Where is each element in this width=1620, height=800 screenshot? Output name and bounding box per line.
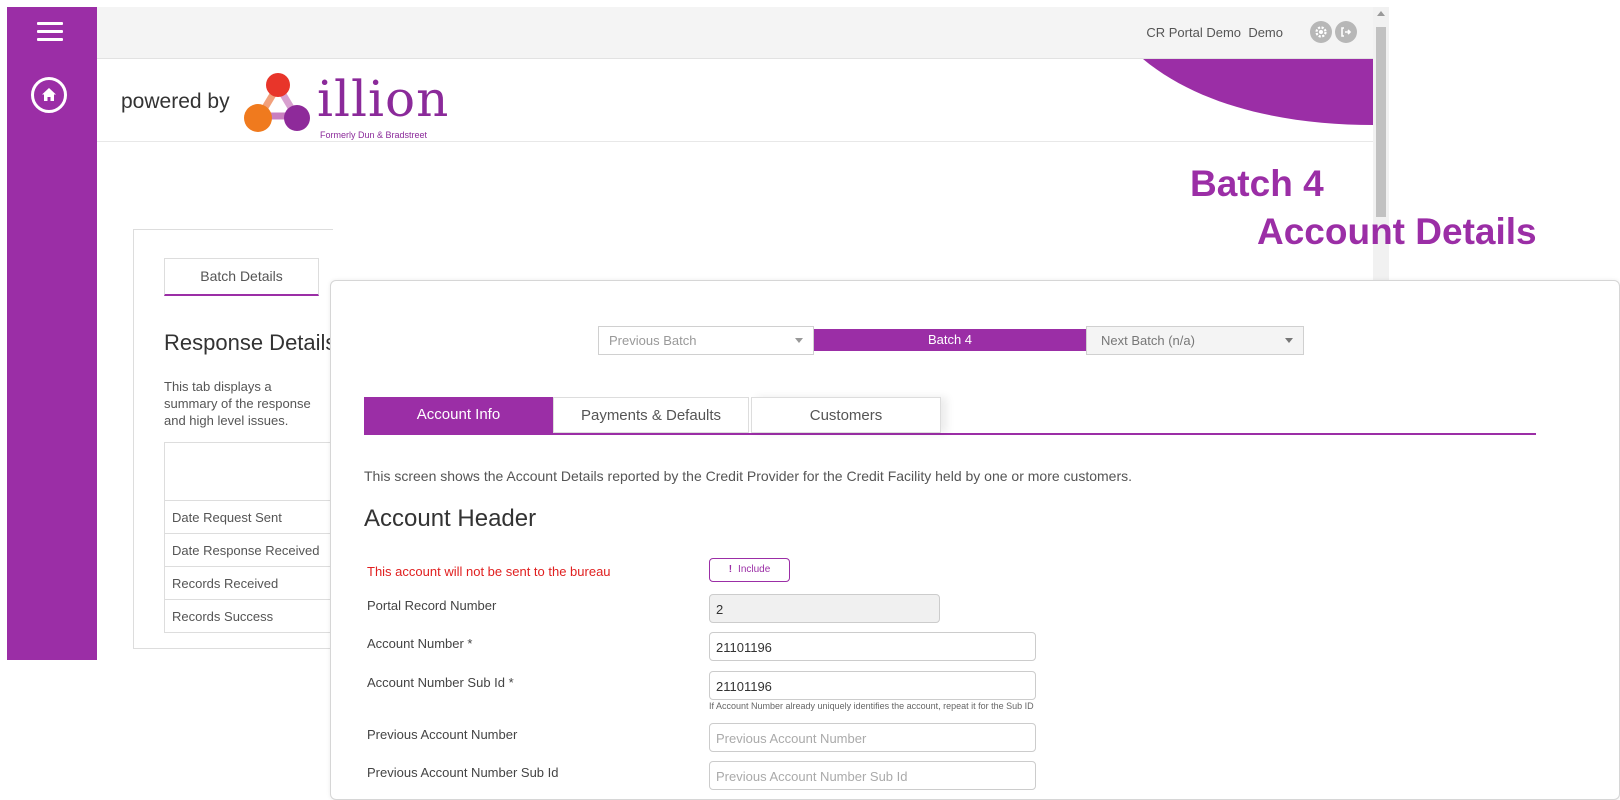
batch-navigator: Previous Batch Batch 4 Next Batch (n/a)	[598, 326, 1304, 355]
previous-account-number-sub-id-label: Previous Account Number Sub Id	[367, 765, 559, 780]
next-batch-label: Next Batch (n/a)	[1101, 333, 1195, 348]
composite-screenshot: CR Portal Demo Demo powered by illion Fo…	[0, 0, 1620, 800]
exclamation-icon: !	[728, 564, 733, 575]
previous-batch-select[interactable]: Previous Batch	[598, 326, 814, 355]
not-sent-warning: This account will not be sent to the bur…	[367, 564, 611, 579]
intro-text: This screen shows the Account Details re…	[364, 468, 1133, 484]
portal-record-number-label: Portal Record Number	[367, 598, 497, 613]
decorative-swoosh	[1143, 59, 1373, 125]
tab-account-info[interactable]: Account Info	[364, 397, 553, 433]
table-row: Date Request Sent	[164, 501, 334, 534]
account-number-sub-id-input[interactable]: 21101196	[709, 671, 1036, 700]
portal-record-number-field: 2	[709, 594, 940, 623]
logout-icon[interactable]	[1335, 21, 1357, 43]
illion-wordmark: illion	[317, 70, 450, 128]
table-row: Records Received	[164, 567, 334, 600]
tab-customers[interactable]: Customers	[751, 397, 941, 433]
scrollbar-thumb[interactable]	[1376, 27, 1386, 217]
tab-payments-defaults[interactable]: Payments & Defaults	[553, 397, 749, 433]
chevron-down-icon	[1285, 338, 1293, 343]
hamburger-menu-icon[interactable]	[37, 22, 63, 42]
tab-batch-details[interactable]: Batch Details	[164, 258, 319, 296]
page-title-batch: Batch 4	[1190, 163, 1324, 204]
response-description: This tab displays a summary of the respo…	[164, 379, 311, 428]
next-batch-select[interactable]: Next Batch (n/a)	[1086, 326, 1304, 355]
table-row: Records Success	[164, 600, 334, 633]
page-title-account-details: Account Details	[1257, 211, 1537, 252]
table-row: Date Response Received	[164, 534, 334, 567]
account-details-panel: Previous Batch Batch 4 Next Batch (n/a) …	[330, 280, 1620, 800]
sub-id-hint: If Account Number already uniquely ident…	[709, 701, 1034, 711]
account-number-sub-id-label: Account Number Sub Id *	[367, 675, 514, 690]
current-batch-indicator: Batch 4	[814, 329, 1086, 351]
user-name[interactable]: Demo	[1248, 25, 1283, 40]
account-tabs: Account Info Payments & Defaults Custome…	[364, 397, 1536, 435]
gear-icon[interactable]	[1310, 21, 1332, 43]
powered-by-text: powered by	[121, 90, 230, 113]
account-number-input[interactable]: 21101196	[709, 632, 1036, 661]
response-details-title: Response Details	[164, 330, 337, 355]
top-bar: CR Portal Demo Demo	[97, 7, 1389, 59]
batch-details-card: Batch Details Response Details This tab …	[133, 229, 337, 649]
response-table: Date Request Sent Date Response Received…	[164, 442, 334, 633]
section-title: Account Header	[364, 505, 537, 532]
previous-account-number-sub-id-input[interactable]: Previous Account Number Sub Id	[709, 761, 1036, 790]
illion-logo-icon	[244, 73, 310, 132]
sidebar	[7, 7, 97, 660]
brand-tagline: Formerly Dun & Bradstreet	[320, 130, 428, 140]
previous-account-number-input[interactable]: Previous Account Number	[709, 723, 1036, 752]
account-number-label: Account Number *	[367, 636, 473, 651]
include-button[interactable]: ! Include	[709, 558, 790, 582]
home-icon[interactable]	[31, 77, 67, 113]
previous-batch-label: Previous Batch	[609, 333, 697, 348]
chevron-down-icon	[795, 338, 803, 343]
previous-account-number-label: Previous Account Number	[367, 727, 518, 742]
include-label: Include	[738, 564, 771, 575]
portal-name[interactable]: CR Portal Demo	[1146, 25, 1241, 40]
